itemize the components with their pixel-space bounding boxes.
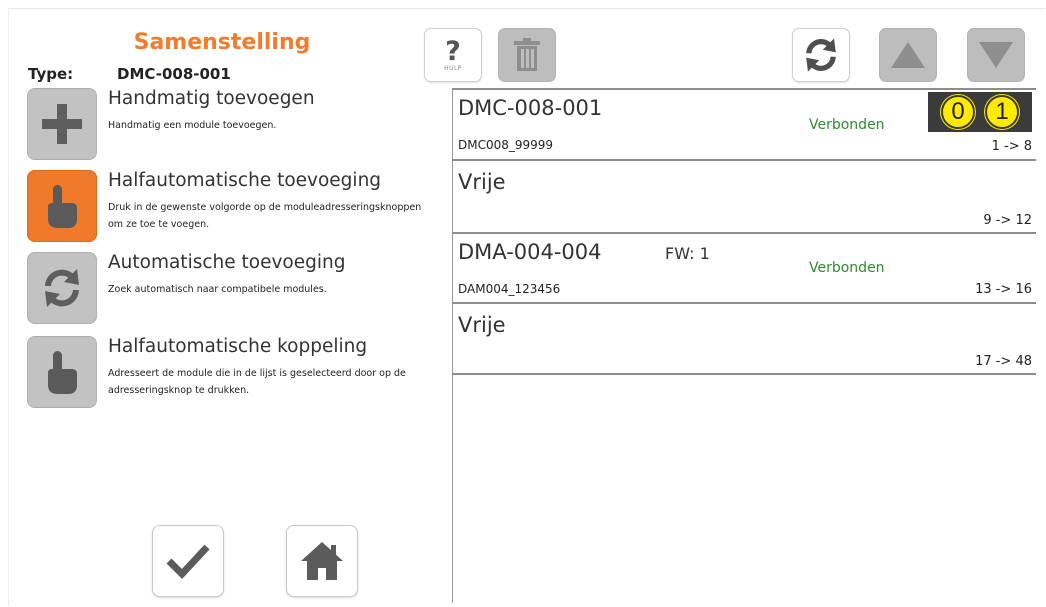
module-range: 13 -> 16 [975,282,1032,297]
list-item[interactable]: Vrije 17 -> 48 [452,302,1036,375]
action-desc: Handmatig een module toevoegen. [108,120,277,131]
trash-icon [514,38,540,71]
list-item[interactable]: DMC-008-001 Verbonden DMC008_99999 1 -> … [452,88,1036,161]
move-up-button[interactable] [879,28,937,82]
semi-auto-link-button[interactable] [27,336,97,408]
help-label: HULP [444,64,462,72]
help-button[interactable]: ? HULP [424,28,482,82]
module-serial: DAM004_123456 [458,282,561,296]
arrow-down-icon [979,42,1013,68]
action-name: Halfautomatische toevoeging [108,170,382,191]
action-name: Halfautomatische koppeling [108,336,368,357]
semi-auto-add-button[interactable] [27,170,97,242]
confirm-button[interactable] [152,525,224,597]
module-name: DMA-004-004 [458,240,602,264]
action-desc: Adresseert de module die in de lijst is … [108,368,406,396]
plus-icon [42,104,82,144]
action-desc: Druk in de gewenste volgorde op de modul… [108,202,422,230]
module-status: Verbonden [809,117,885,133]
hand-pointer-icon [48,185,77,228]
refresh-icon [806,38,836,72]
help-symbol: ? [445,35,461,67]
address-digit: 1 [985,95,1019,129]
action-semi-auto-add: Halfautomatische toevoeging Druk in de g… [27,170,437,242]
module-status: Verbonden [809,260,885,276]
refresh-icon [45,269,79,307]
refresh-button[interactable] [792,28,850,82]
auto-add-button[interactable] [27,252,97,324]
home-icon [301,542,343,580]
address-digit: 0 [941,95,975,129]
module-range: 9 -> 12 [983,213,1032,228]
action-auto-add: Automatische toevoeging Zoek automatisch… [27,252,437,324]
module-name: Vrije [458,170,506,194]
address-display: 0 1 [928,92,1032,132]
module-name: Vrije [458,313,506,337]
module-firmware: FW: 1 [665,244,710,263]
checkmark-icon [166,544,210,580]
action-desc: Zoek automatisch naar compatibele module… [108,284,327,295]
list-item[interactable]: DMA-004-004 FW: 1 Verbonden DAM004_12345… [452,232,1036,304]
action-name: Automatische toevoeging [108,252,346,273]
list-item[interactable]: Vrije 9 -> 12 [452,159,1036,234]
list-end-divider [452,373,1036,375]
home-button[interactable] [286,525,358,597]
hand-pointer-icon [48,351,77,394]
action-semi-auto-link: Halfautomatische koppeling Adresseert de… [27,336,437,408]
page-title: Samenstelling [133,30,311,55]
delete-button[interactable] [498,28,556,82]
module-name: DMC-008-001 [458,96,603,120]
module-serial: DMC008_99999 [458,138,554,152]
manual-add-button[interactable] [27,88,97,160]
arrow-up-icon [891,42,925,68]
action-manual-add: Handmatig toevoegen Handmatig een module… [27,88,437,160]
help-icon: ? HULP [444,35,462,72]
module-range: 1 -> 8 [991,139,1032,154]
action-name: Handmatig toevoegen [108,88,315,109]
type-label: Type: [28,65,74,83]
type-value: DMC-008-001 [117,65,231,83]
move-down-button[interactable] [967,28,1025,82]
module-range: 17 -> 48 [975,354,1032,369]
